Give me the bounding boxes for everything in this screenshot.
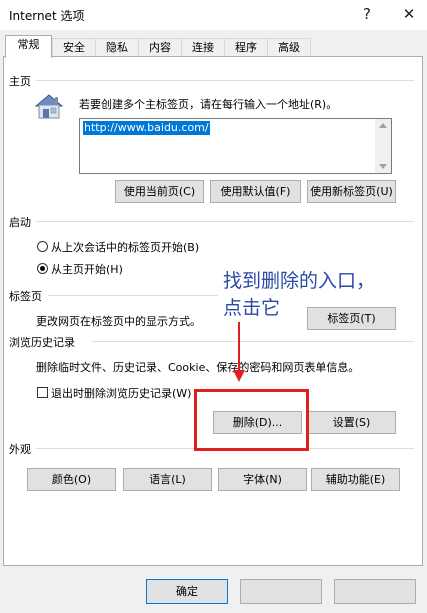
tab-security[interactable]: 安全 bbox=[52, 38, 96, 56]
fonts-button[interactable]: 字体(N) bbox=[218, 468, 307, 491]
help-button[interactable]: ? bbox=[355, 2, 379, 26]
history-settings-button[interactable]: 设置(S) bbox=[307, 411, 396, 434]
accessibility-button[interactable]: 辅助功能(E) bbox=[311, 468, 400, 491]
startup-option-home[interactable]: 从主页开始(H) bbox=[51, 261, 123, 277]
tab-privacy[interactable]: 隐私 bbox=[95, 38, 139, 56]
use-current-button[interactable]: 使用当前页(C) bbox=[115, 180, 204, 203]
annotation-arrow-icon bbox=[233, 322, 245, 382]
use-default-button[interactable]: 使用默认值(F) bbox=[210, 180, 301, 203]
history-separator bbox=[92, 341, 414, 342]
cancel-button[interactable] bbox=[240, 579, 322, 604]
startup-separator bbox=[36, 221, 414, 222]
home-url-value: http://www.baidu.com/ bbox=[83, 121, 210, 135]
scroll-up-icon[interactable] bbox=[379, 123, 387, 128]
url-scrollbar[interactable] bbox=[375, 119, 391, 173]
delete-on-exit-label[interactable]: 退出时删除浏览历史记录(W) bbox=[51, 385, 191, 401]
annotation-text: 找到删除的入口， 点击它 bbox=[223, 268, 375, 322]
appearance-section-title: 外观 bbox=[9, 443, 31, 456]
history-section-title: 浏览历史记录 bbox=[9, 336, 75, 349]
tab-general[interactable]: 常规 bbox=[5, 35, 52, 58]
languages-button[interactable]: 语言(L) bbox=[123, 468, 212, 491]
home-description: 若要创建多个主标签页，请在每行输入一个地址(R)。 bbox=[79, 98, 338, 111]
home-separator bbox=[36, 80, 414, 81]
close-button[interactable]: ✕ bbox=[397, 2, 421, 26]
use-new-tab-button[interactable]: 使用新标签页(U) bbox=[307, 180, 396, 203]
colors-button[interactable]: 颜色(O) bbox=[27, 468, 116, 491]
startup-option-last-session[interactable]: 从上次会话中的标签页开始(B) bbox=[51, 239, 199, 255]
annotation-line-1: 找到删除的入口， bbox=[223, 270, 376, 292]
tab-content[interactable]: 内容 bbox=[138, 38, 182, 56]
window-title: Internet 选项 bbox=[9, 9, 85, 23]
tabs-separator bbox=[48, 295, 218, 296]
ok-button[interactable]: 确定 bbox=[146, 579, 228, 604]
startup-radio-last-session[interactable] bbox=[37, 241, 48, 252]
apply-button[interactable] bbox=[334, 579, 416, 604]
tabs-description: 更改网页在标签页中的显示方式。 bbox=[36, 315, 201, 328]
startup-radio-home[interactable] bbox=[37, 263, 48, 274]
annotation-line-2: 点击它 bbox=[223, 297, 281, 319]
home-section-title: 主页 bbox=[9, 75, 31, 88]
tab-connections[interactable]: 连接 bbox=[181, 38, 225, 56]
tab-advanced[interactable]: 高级 bbox=[267, 38, 311, 56]
tab-programs[interactable]: 程序 bbox=[224, 38, 268, 56]
scroll-down-icon[interactable] bbox=[379, 164, 387, 169]
annotation-highlight-box bbox=[194, 389, 309, 451]
delete-on-exit-checkbox[interactable] bbox=[37, 387, 48, 398]
history-description: 删除临时文件、历史记录、Cookie、保存的密码和网页表单信息。 bbox=[36, 361, 360, 374]
house-icon bbox=[34, 94, 64, 119]
tabs-section-title: 标签页 bbox=[9, 290, 42, 303]
startup-section-title: 启动 bbox=[9, 216, 31, 229]
